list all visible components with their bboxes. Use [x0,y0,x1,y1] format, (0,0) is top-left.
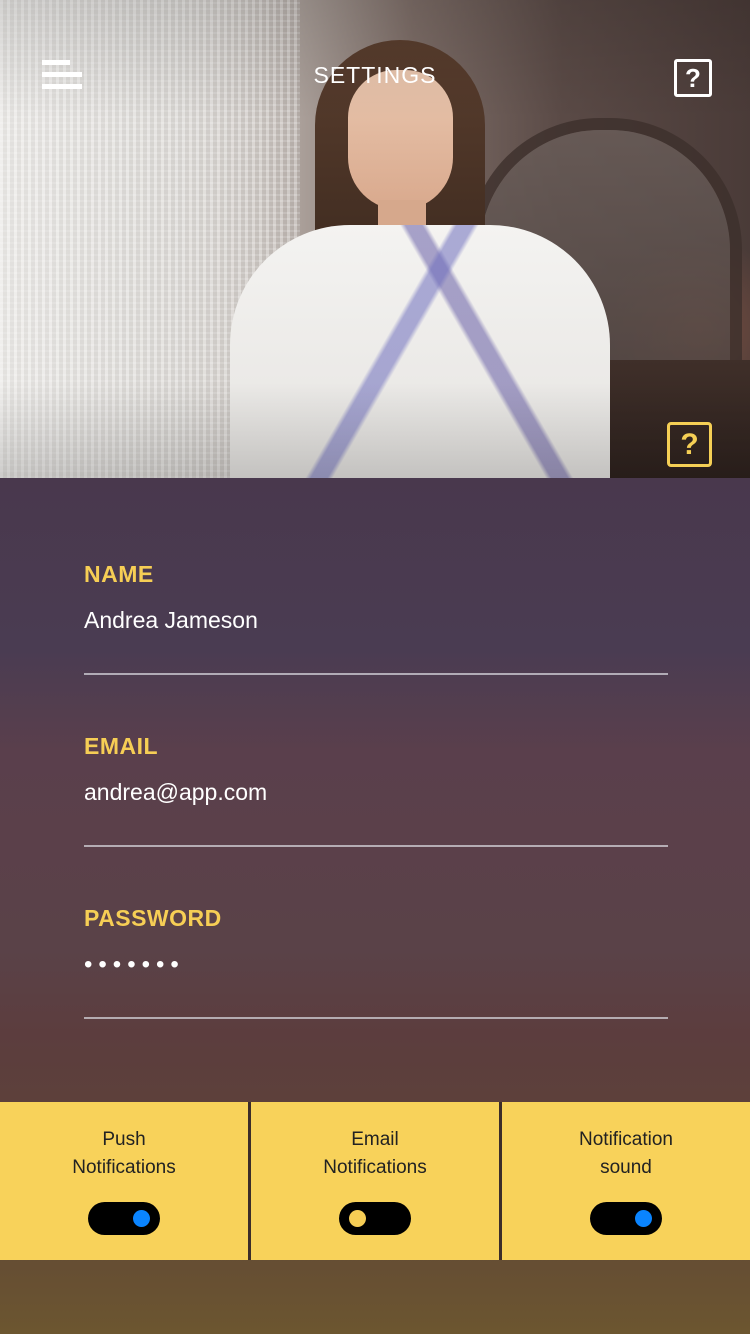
name-field-group: NAME Andrea Jameson [84,561,668,675]
password-input[interactable]: ••••••• [84,951,668,979]
push-notifications-toggle[interactable] [88,1202,160,1235]
push-notifications-label: Push Notifications [72,1129,176,1178]
email-notifications-label: Email Notifications [323,1129,427,1178]
notification-toggles: Push Notifications Email Notifications N… [0,1102,750,1260]
help-icon[interactable]: ? [674,59,712,97]
password-field-group: PASSWORD ••••••• [84,905,668,1019]
page-title: SETTINGS [313,62,437,88]
email-notifications-cell[interactable]: Email Notifications [248,1102,499,1260]
name-input[interactable]: Andrea Jameson [84,607,668,634]
toggle-knob [349,1210,366,1227]
email-input[interactable]: andrea@app.com [84,779,668,806]
password-label: PASSWORD [84,905,222,931]
password-underline [84,1017,668,1019]
email-field-group: EMAIL andrea@app.com [84,733,668,847]
push-notifications-cell[interactable]: Push Notifications [0,1102,248,1260]
notification-sound-toggle[interactable] [590,1202,662,1235]
email-label: EMAIL [84,733,159,759]
email-notifications-toggle[interactable] [339,1202,411,1235]
toggle-knob [133,1210,150,1227]
toggle-knob [635,1210,652,1227]
notification-sound-label: Notification sound [579,1129,673,1178]
notification-sound-cell[interactable]: Notification sound [499,1102,750,1260]
name-underline [84,673,668,675]
email-underline [84,845,668,847]
photo-help-icon[interactable]: ? [667,422,712,467]
name-label: NAME [84,561,154,587]
